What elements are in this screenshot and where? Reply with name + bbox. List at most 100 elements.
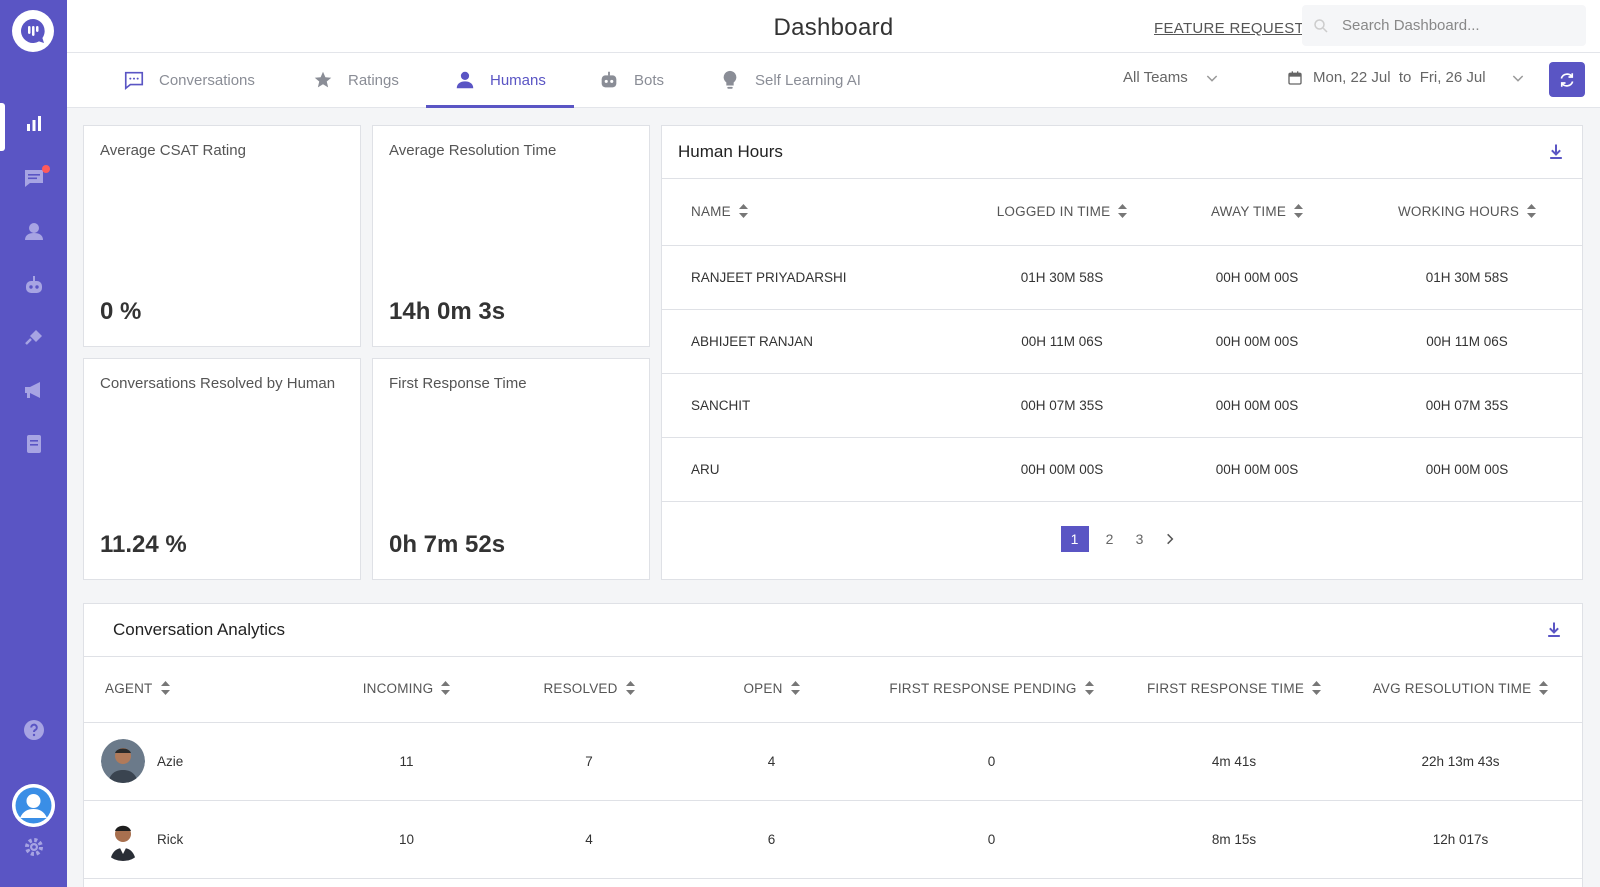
conversation-analytics-panel: Conversation Analytics AGENT INCOMING RE… bbox=[83, 603, 1583, 887]
search-input[interactable] bbox=[1342, 17, 1582, 34]
panel-title: Conversation Analytics bbox=[113, 620, 285, 639]
cell-first-response-pending: 0 bbox=[987, 831, 996, 847]
sort-icon bbox=[160, 681, 170, 696]
cell-away-time: 00H 00M 00S bbox=[1215, 333, 1299, 349]
top-header: Dashboard FEATURE REQUEST bbox=[67, 0, 1600, 53]
calendar-icon bbox=[1288, 70, 1302, 85]
tab-ratings[interactable]: Ratings bbox=[312, 53, 399, 107]
human-hours-table: NAME LOGGED IN TIME AWAY TIME WORKING HO… bbox=[662, 179, 1582, 502]
page-button-2[interactable]: 2 bbox=[1096, 526, 1124, 552]
table-row: SANCHIT 00H 07M 35S 00H 00M 00S 00H 07M … bbox=[662, 373, 1582, 437]
sidebar-item-reports[interactable] bbox=[0, 421, 67, 467]
cell-logged-in-time: 01H 30M 58S bbox=[1020, 269, 1104, 285]
stat-label: First Response Time bbox=[389, 375, 527, 392]
cell-name: ARU bbox=[691, 461, 720, 477]
column-header-agent[interactable]: AGENT bbox=[84, 656, 324, 722]
tab-label: Conversations bbox=[159, 71, 255, 89]
cell-avg-resolution-time: 22h 13m 43s bbox=[1421, 753, 1500, 769]
chevron-down-icon bbox=[1206, 74, 1217, 82]
tab-label: Humans bbox=[490, 71, 546, 89]
sidebar-item-settings[interactable] bbox=[0, 824, 67, 870]
sidebar bbox=[0, 0, 67, 887]
page-button-3[interactable]: 3 bbox=[1126, 526, 1154, 552]
date-range-select[interactable]: Mon, 22 Jul to Fri, 26 Jul bbox=[1287, 69, 1526, 86]
page-button-1[interactable]: 1 bbox=[1060, 526, 1089, 552]
tab-label: Ratings bbox=[348, 71, 399, 89]
download-icon[interactable] bbox=[1546, 142, 1566, 162]
tab-self-learning-ai[interactable]: Self Learning AI bbox=[719, 53, 861, 107]
agent-name: Rick bbox=[157, 831, 184, 847]
sidebar-item-bots[interactable] bbox=[0, 262, 67, 308]
date-range-value: Mon, 22 Jul to Fri, 26 Jul bbox=[1313, 69, 1486, 86]
cell-first-response-time: 4m 41s bbox=[1211, 753, 1257, 769]
bar-chart-icon bbox=[26, 116, 41, 131]
column-header-logged-in-time[interactable]: LOGGED IN TIME bbox=[962, 179, 1162, 245]
column-header-avg-resolution-time[interactable]: AVG RESOLUTION TIME bbox=[1339, 656, 1582, 722]
notification-dot bbox=[42, 165, 50, 173]
cell-incoming: 10 bbox=[398, 831, 415, 847]
robot-icon bbox=[25, 276, 42, 293]
team-select[interactable]: All Teams bbox=[1123, 69, 1220, 86]
stat-value: 14h 0m 3s bbox=[389, 298, 506, 325]
column-header-incoming[interactable]: INCOMING bbox=[324, 656, 489, 722]
sort-icon bbox=[1527, 204, 1537, 219]
sidebar-item-integrations[interactable] bbox=[0, 315, 67, 361]
stat-card-csat: Average CSAT Rating 0 % bbox=[83, 125, 361, 347]
cell-name: ABHIJEET RANJAN bbox=[691, 333, 814, 349]
cell-logged-in-time: 00H 11M 06S bbox=[1021, 333, 1103, 349]
sidebar-item-dashboard[interactable] bbox=[0, 101, 67, 151]
column-header-away-time[interactable]: AWAY TIME bbox=[1162, 179, 1352, 245]
column-header-first-response-time[interactable]: FIRST RESPONSE TIME bbox=[1129, 656, 1339, 722]
conversation-analytics-table: AGENT INCOMING RESOLVED OPEN FIRST RESPO… bbox=[84, 656, 1582, 879]
panel-title: Human Hours bbox=[678, 142, 783, 161]
refresh-icon bbox=[1560, 72, 1574, 87]
search-icon bbox=[1314, 18, 1328, 33]
pagination: 1 2 3 bbox=[662, 526, 1582, 552]
cell-working-hours: 00H 07M 35S bbox=[1425, 397, 1509, 413]
next-page-button[interactable] bbox=[1156, 526, 1184, 552]
stat-label: Average Resolution Time bbox=[389, 142, 557, 159]
refresh-button[interactable] bbox=[1549, 62, 1585, 97]
download-icon[interactable] bbox=[1544, 620, 1564, 640]
table-row: RANJEET PRIYADARSHI 01H 30M 58S 00H 00M … bbox=[662, 245, 1582, 309]
column-header-resolved[interactable]: RESOLVED bbox=[489, 656, 689, 722]
tab-label: Self Learning AI bbox=[755, 71, 861, 89]
sidebar-item-help[interactable] bbox=[0, 707, 67, 753]
cell-first-response-pending: 0 bbox=[987, 753, 996, 769]
megaphone-icon bbox=[24, 382, 40, 398]
column-header-name[interactable]: NAME bbox=[662, 179, 962, 245]
cell-open: 6 bbox=[767, 831, 776, 847]
column-header-working-hours[interactable]: WORKING HOURS bbox=[1352, 179, 1582, 245]
feature-request-link[interactable]: FEATURE REQUEST bbox=[1154, 20, 1304, 37]
cell-away-time: 00H 00M 00S bbox=[1215, 397, 1299, 413]
table-header-row: AGENT INCOMING RESOLVED OPEN FIRST RESPO… bbox=[84, 656, 1582, 722]
table-header-row: NAME LOGGED IN TIME AWAY TIME WORKING HO… bbox=[662, 179, 1582, 245]
sort-icon bbox=[1294, 204, 1304, 219]
cell-away-time: 00H 00M 00S bbox=[1215, 461, 1299, 477]
app-logo-icon[interactable] bbox=[12, 10, 54, 52]
star-icon bbox=[314, 71, 332, 88]
column-header-open[interactable]: OPEN bbox=[689, 656, 854, 722]
cell-working-hours: 00H 00M 00S bbox=[1425, 461, 1509, 477]
tabs-bar: Conversations Ratings Humans Bots Self L… bbox=[67, 53, 1600, 108]
sidebar-item-campaigns[interactable] bbox=[0, 367, 67, 413]
sidebar-item-inbox[interactable] bbox=[0, 155, 67, 201]
tab-humans[interactable]: Humans bbox=[426, 53, 574, 108]
plug-icon bbox=[24, 330, 42, 345]
tab-bots[interactable]: Bots bbox=[598, 53, 664, 107]
help-icon bbox=[23, 720, 44, 740]
avatar bbox=[101, 817, 145, 861]
sidebar-item-humans[interactable] bbox=[0, 208, 67, 254]
table-row: Rick 10 4 6 0 8m 15s 12h 017s bbox=[84, 800, 1582, 878]
cell-resolved: 4 bbox=[585, 831, 593, 847]
stat-value: 0 % bbox=[100, 298, 142, 325]
column-header-first-response-pending[interactable]: FIRST RESPONSE PENDING bbox=[854, 656, 1129, 722]
sort-icon bbox=[1539, 681, 1549, 696]
tab-label: Bots bbox=[634, 71, 665, 89]
tab-conversations[interactable]: Conversations bbox=[123, 53, 255, 107]
cell-logged-in-time: 00H 00M 00S bbox=[1020, 461, 1104, 477]
cell-avg-resolution-time: 12h 017s bbox=[1432, 831, 1489, 847]
sort-icon bbox=[1084, 681, 1094, 696]
user-avatar[interactable] bbox=[12, 784, 55, 827]
cell-agent: Azie bbox=[84, 722, 324, 800]
